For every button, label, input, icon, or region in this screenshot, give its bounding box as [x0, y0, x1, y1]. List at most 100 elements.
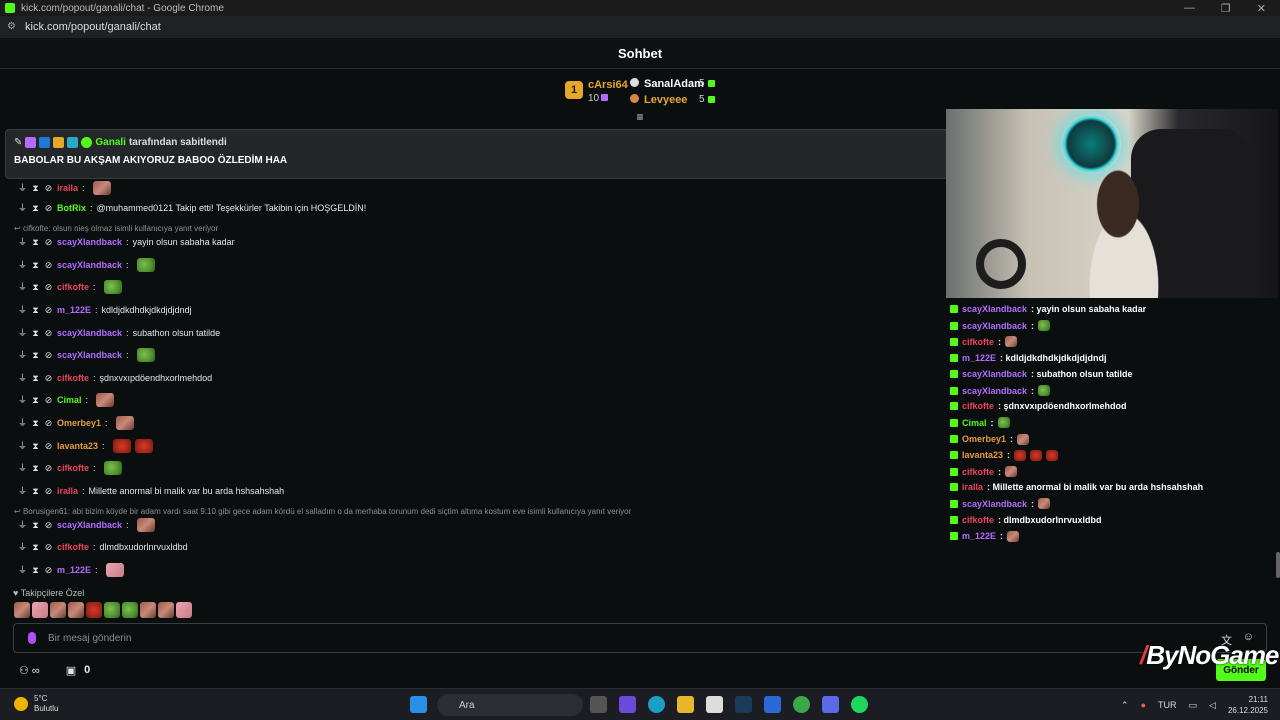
ban-icon[interactable]: ⊘	[44, 486, 53, 496]
chat-username[interactable]: scayXlandback	[57, 328, 122, 338]
store-icon[interactable]	[706, 696, 723, 713]
pinned-by-user[interactable]: Ganali	[95, 137, 126, 148]
ban-icon[interactable]: ⊘	[44, 441, 53, 451]
emote-item[interactable]	[122, 602, 138, 618]
reply-text[interactable]: Borusigen61: abi bizim köyde bir adam va…	[23, 507, 631, 516]
pin-action-icon[interactable]: ⏚	[18, 395, 27, 405]
timeout-icon[interactable]: ⧗	[31, 542, 40, 552]
emote-item[interactable]	[158, 602, 174, 618]
ban-icon[interactable]: ⊘	[44, 418, 53, 428]
timeout-icon[interactable]: ⧗	[31, 395, 40, 405]
timeout-icon[interactable]: ⧗	[31, 183, 40, 193]
ban-icon[interactable]: ⊘	[44, 305, 53, 315]
chat-input[interactable]: Bir mesaj gönderin 文 ☺	[13, 623, 1267, 653]
chat-username[interactable]: m_122E	[57, 565, 91, 575]
chat-emote[interactable]	[103, 461, 122, 475]
spotify-icon[interactable]	[851, 696, 868, 713]
ban-icon[interactable]: ⊘	[44, 542, 53, 552]
weather-widget[interactable]: 5°C Bulutlu	[14, 694, 58, 714]
emote-item[interactable]	[68, 602, 84, 618]
pin-action-icon[interactable]: ⏚	[18, 237, 27, 247]
pin-action-icon[interactable]: ⏚	[18, 520, 27, 530]
taskview-icon[interactable]	[590, 696, 607, 713]
emote-item[interactable]	[32, 602, 48, 618]
pin-action-icon[interactable]: ⏚	[18, 565, 27, 575]
ban-icon[interactable]: ⊘	[44, 373, 53, 383]
reply-context[interactable]: ↩ Borusigen61: abi bizim köyde bir adam …	[14, 507, 631, 516]
timeout-icon[interactable]: ⧗	[31, 282, 40, 292]
timeout-icon[interactable]: ⧗	[31, 486, 40, 496]
edge-icon[interactable]	[648, 696, 665, 713]
explorer-icon[interactable]	[677, 696, 694, 713]
leader-second-name[interactable]: SanalAdam	[644, 78, 704, 90]
chat-username[interactable]: m_122E	[57, 305, 91, 315]
pin-action-icon[interactable]: ⏚	[18, 350, 27, 360]
pin-action-icon[interactable]: ⏚	[18, 373, 27, 383]
pin-action-icon[interactable]: ⏚	[18, 441, 27, 451]
start-icon[interactable]	[410, 696, 427, 713]
language[interactable]: TUR	[1158, 700, 1177, 710]
chat-emote[interactable]	[115, 416, 134, 430]
chat-emote[interactable]	[96, 393, 115, 407]
emote-item[interactable]	[140, 602, 156, 618]
collapse-icon[interactable]: ≡	[634, 111, 646, 123]
pin-action-icon[interactable]: ⏚	[18, 328, 27, 338]
chat-emote[interactable]	[136, 348, 155, 362]
emote-item[interactable]	[176, 602, 192, 618]
chrome-icon[interactable]	[793, 696, 810, 713]
timeout-icon[interactable]: ⧗	[31, 260, 40, 270]
chat-username[interactable]: scayXlandback	[57, 260, 122, 270]
pin-action-icon[interactable]: ⏚	[18, 260, 27, 270]
chat-username[interactable]: scayXlandback	[57, 520, 122, 530]
ban-icon[interactable]: ⊘	[44, 183, 53, 193]
chat-username[interactable]: cifkofte	[57, 373, 89, 383]
tray-chevron-icon[interactable]: ⌃	[1121, 700, 1129, 711]
chat-emote[interactable]	[103, 280, 122, 294]
timeout-icon[interactable]: ⧗	[31, 565, 40, 575]
chat-emote[interactable]	[92, 181, 111, 195]
mic-tray-icon[interactable]: ●	[1141, 700, 1146, 710]
search-text[interactable]: Ara	[459, 700, 475, 711]
ban-icon[interactable]: ⊘	[44, 237, 53, 247]
url-text[interactable]: kick.com/popout/ganali/chat	[25, 21, 161, 33]
chat-username[interactable]: cifkofte	[57, 282, 89, 292]
chat-emote[interactable]	[112, 439, 131, 453]
emote-item[interactable]	[14, 602, 30, 618]
site-info-icon[interactable]: ⚙	[7, 22, 19, 32]
chat-emote[interactable]	[136, 518, 155, 532]
ban-icon[interactable]: ⊘	[44, 520, 53, 530]
timeout-icon[interactable]: ⧗	[31, 441, 40, 451]
pin-action-icon[interactable]: ⏚	[18, 486, 27, 496]
ban-icon[interactable]: ⊘	[44, 328, 53, 338]
emote-item[interactable]	[86, 602, 102, 618]
timeout-icon[interactable]: ⧗	[31, 237, 40, 247]
copilot-icon[interactable]	[619, 696, 636, 713]
minimize-icon[interactable]: —	[1184, 2, 1195, 15]
chat-input-placeholder[interactable]: Bir mesaj gönderin	[48, 633, 131, 644]
mic-icon[interactable]	[28, 632, 36, 644]
chat-username[interactable]: lavanta23	[57, 441, 98, 451]
chat-username[interactable]: cifkofte	[57, 542, 89, 552]
chat-username[interactable]: Omerbey1	[57, 418, 101, 428]
reply-context[interactable]: ↩ cifkofte: olsun nieş olmaz isimli kull…	[14, 224, 218, 233]
timeout-icon[interactable]: ⧗	[31, 305, 40, 315]
network-icon[interactable]: ▭	[1189, 700, 1198, 711]
chat-username[interactable]: BotRix	[57, 203, 86, 213]
ban-icon[interactable]: ⊘	[44, 350, 53, 360]
timeout-icon[interactable]: ⧗	[31, 418, 40, 428]
leader-first-name[interactable]: cArsi64	[588, 79, 628, 91]
pin-action-icon[interactable]: ⏚	[18, 282, 27, 292]
chat-username[interactable]: Cimal	[57, 395, 82, 405]
community-icon[interactable]: ⚇ ∞	[19, 664, 40, 677]
pin-action-icon[interactable]: ⏚	[18, 542, 27, 552]
leader-third-name[interactable]: Levyeee	[644, 94, 687, 106]
ban-icon[interactable]: ⊘	[44, 565, 53, 575]
restore-icon[interactable]: ❐	[1221, 2, 1231, 15]
ban-icon[interactable]: ⊘	[44, 203, 53, 213]
close-icon[interactable]: ✕	[1257, 2, 1266, 15]
chat-username[interactable]: iralla	[57, 183, 78, 193]
steam-icon[interactable]	[735, 696, 752, 713]
timeout-icon[interactable]: ⧗	[31, 373, 40, 383]
ban-icon[interactable]: ⊘	[44, 463, 53, 473]
ban-icon[interactable]: ⊘	[44, 260, 53, 270]
